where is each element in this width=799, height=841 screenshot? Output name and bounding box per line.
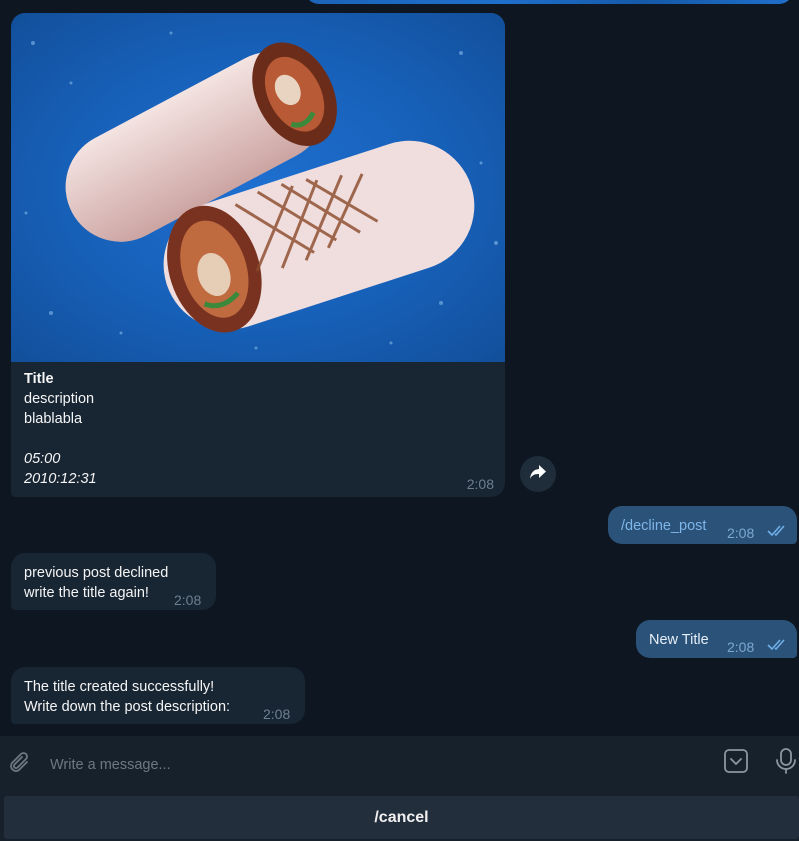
bot-keyboard-button[interactable] — [720, 747, 752, 779]
message-time: 2:08 — [466, 476, 494, 492]
share-arrow-icon — [529, 464, 547, 485]
message-text-line: Write down the post description: — [24, 699, 231, 715]
double-check-icon — [767, 524, 789, 544]
message-text-line: write the title again! — [24, 585, 149, 601]
outgoing-message[interactable]: New Title 2:08 — [636, 620, 797, 658]
message-time: 2:08 — [727, 639, 755, 655]
incoming-message[interactable]: The title created successfully! Write do… — [11, 667, 305, 724]
message-input[interactable] — [48, 750, 702, 780]
post-time-value: 05:00 — [24, 451, 61, 467]
microphone-icon — [775, 747, 797, 780]
message-time: 2:08 — [174, 592, 202, 608]
incoming-message[interactable]: previous post declined write the title a… — [11, 553, 216, 610]
post-message[interactable]: Title description blablabla 05:00 2010:1… — [11, 13, 505, 497]
outgoing-message[interactable]: /decline_post 2:08 — [608, 506, 797, 544]
voice-message-button[interactable] — [770, 747, 799, 779]
cancel-button[interactable]: /cancel — [4, 796, 799, 839]
message-text: /decline_post — [621, 518, 707, 534]
message-composer — [0, 736, 799, 793]
double-check-icon — [767, 638, 789, 658]
message-time: 2:08 — [263, 706, 291, 722]
message-text-line: previous post declined — [24, 565, 169, 581]
keyboard-toggle-icon — [723, 748, 749, 779]
post-title: Title — [24, 371, 54, 387]
paperclip-icon — [8, 751, 32, 780]
message-text: New Title — [649, 632, 709, 648]
message-text-line: The title created successfully! — [24, 679, 215, 695]
wrap-sandwich-photo[interactable] — [11, 13, 505, 362]
post-caption: Title description blablabla 05:00 2010:1… — [24, 369, 97, 489]
share-button[interactable] — [520, 456, 556, 492]
post-description: description — [24, 391, 95, 407]
post-spacer — [24, 429, 97, 449]
post-date-value: 2010:12:31 — [24, 471, 97, 487]
attach-button[interactable] — [4, 749, 36, 781]
message-time: 2:08 — [727, 525, 755, 541]
post-extra: blablabla — [24, 411, 83, 427]
chat-history: Title description blablabla 05:00 2010:1… — [0, 0, 799, 736]
bot-keyboard: /cancel — [0, 793, 799, 841]
previous-outgoing-message[interactable] — [305, 0, 793, 4]
